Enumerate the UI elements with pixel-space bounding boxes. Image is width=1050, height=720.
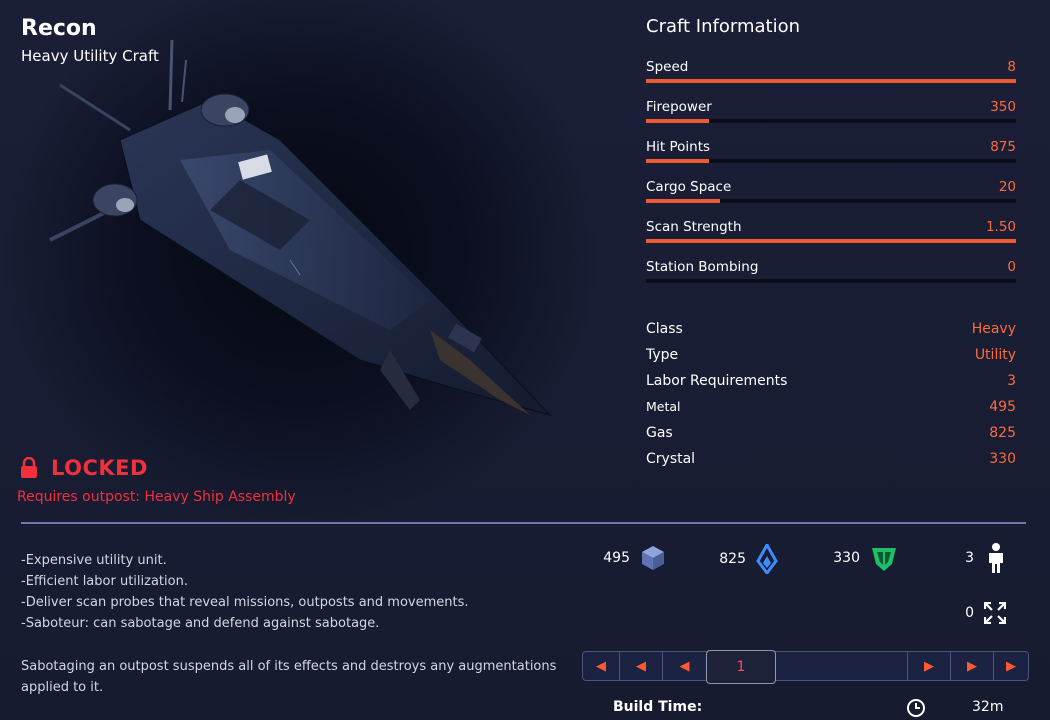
attr-label: Class: [646, 321, 683, 337]
stat-label: Speed: [646, 59, 689, 75]
stat-bar-fill: [646, 79, 1016, 83]
build-time-value: 32m: [972, 699, 1004, 715]
stat-firepower: Firepower 350: [646, 99, 1016, 123]
expand-icon[interactable]: [984, 602, 1006, 624]
lock-requirement: Requires outpost: Heavy Ship Assembly: [17, 489, 296, 505]
sabotage-note-line1: Sabotaging an outpost suspends all of it…: [21, 659, 557, 674]
stat-label: Cargo Space: [646, 179, 732, 195]
stat-bar: [646, 79, 1016, 83]
double-right-button[interactable]: ▶: [950, 652, 993, 680]
build-time-label: Build Time:: [613, 699, 703, 715]
stat-bar: [646, 199, 1016, 203]
stat-label: Station Bombing: [646, 259, 759, 275]
attr-label: Gas: [646, 425, 673, 441]
craft-name: Recon: [21, 16, 97, 41]
attr-value: 3: [1007, 373, 1016, 389]
stat-scan-strength: Scan Strength 1.50: [646, 219, 1016, 243]
attr-value: Heavy: [971, 321, 1016, 337]
left-icon: ◀: [679, 658, 690, 674]
description-line: -Saboteur: can sabotage and defend again…: [21, 616, 380, 631]
triple-left-button[interactable]: ◀: [583, 652, 620, 680]
craft-subtitle: Heavy Utility Craft: [21, 47, 159, 65]
stat-value: 8: [1007, 59, 1016, 75]
clock-icon: [907, 699, 925, 717]
craft-info-title: Craft Information: [646, 16, 800, 37]
double-left-icon: ◀: [636, 658, 646, 674]
stat-value: 875: [990, 139, 1016, 155]
right-button[interactable]: ▶: [907, 652, 950, 680]
description-line: -Deliver scan probes that reveal mission…: [21, 595, 469, 610]
right-icon: ▶: [924, 658, 934, 674]
description-line: -Efficient labor utilization.: [21, 574, 188, 589]
attr-value: Utility: [974, 347, 1016, 363]
sabotage-note-line2: applied to it.: [21, 680, 104, 695]
stat-bar: [646, 239, 1016, 243]
attr-labor: Labor Requirements 3: [646, 373, 1016, 389]
stat-cargo-space: Cargo Space 20: [646, 179, 1016, 203]
attr-type: Type Utility: [646, 347, 1016, 363]
crystal-cost-value: 330: [833, 550, 860, 566]
queued-count-value: 0: [965, 605, 974, 621]
attr-value: 495: [989, 399, 1016, 415]
stat-bar-fill: [646, 239, 1016, 243]
craft-detail-panel: Recon Heavy Utility Craft LOCKED Require…: [0, 0, 1050, 720]
attr-label: Metal: [646, 399, 681, 414]
crystal-icon: [872, 548, 896, 571]
stat-bar-fill: [646, 119, 709, 123]
attr-gas: Gas 825: [646, 425, 1016, 441]
attr-crystal: Crystal 330: [646, 451, 1016, 467]
description-line: -Expensive utility unit.: [21, 553, 167, 568]
stat-value: 1.50: [985, 219, 1016, 235]
triple-right-button[interactable]: ▶: [993, 652, 1028, 680]
attr-label: Type: [646, 347, 679, 363]
triple-left-icon: ◀: [596, 658, 606, 674]
attr-label: Labor Requirements: [646, 373, 788, 389]
stat-value: 350: [990, 99, 1016, 115]
build-quantity-selector: ◀ ◀ ◀ 1 ▶ ▶ ▶: [582, 650, 1029, 684]
stat-hit-points: Hit Points 875: [646, 139, 1016, 163]
attr-class: Class Heavy: [646, 321, 1016, 337]
double-left-button[interactable]: ◀: [620, 652, 663, 680]
ship-image: [49, 39, 552, 416]
attr-label: Crystal: [646, 451, 696, 467]
stat-station-bombing: Station Bombing 0: [646, 259, 1016, 283]
queued-count: 0: [934, 602, 1006, 624]
triple-right-icon: ▶: [1006, 658, 1016, 674]
left-button[interactable]: ◀: [663, 652, 706, 680]
stat-speed: Speed 8: [646, 59, 1016, 83]
stat-value: 20: [998, 179, 1016, 195]
locked-label: LOCKED: [51, 456, 148, 480]
locked-status: LOCKED: [19, 456, 148, 480]
lock-icon: [21, 457, 37, 478]
worker-icon: [989, 543, 1003, 573]
stat-label: Scan Strength: [646, 219, 742, 235]
stat-bar: [646, 119, 1016, 123]
stat-bar-fill: [646, 159, 709, 163]
gas-icon: [756, 544, 778, 574]
stat-value: 0: [1007, 259, 1016, 275]
attr-value: 330: [989, 451, 1016, 467]
labor-cost: 3: [934, 542, 1008, 574]
gas-cost: 825: [706, 544, 778, 574]
metal-icon: [642, 546, 664, 570]
metal-cost: 495: [590, 544, 666, 572]
double-right-icon: ▶: [967, 658, 977, 674]
section-divider: [21, 522, 1026, 524]
metal-cost-value: 495: [603, 550, 630, 566]
stat-bar-fill: [646, 199, 720, 203]
stat-bar: [646, 159, 1016, 163]
stat-label: Hit Points: [646, 139, 711, 155]
gas-cost-value: 825: [719, 551, 746, 567]
attr-metal: Metal 495: [646, 399, 1016, 415]
attr-value: 825: [989, 425, 1016, 441]
crystal-cost: 330: [820, 544, 898, 572]
stat-bar: [646, 279, 1016, 283]
labor-cost-value: 3: [965, 550, 974, 566]
build-quantity-value[interactable]: 1: [706, 650, 776, 684]
stat-label: Firepower: [646, 99, 712, 115]
